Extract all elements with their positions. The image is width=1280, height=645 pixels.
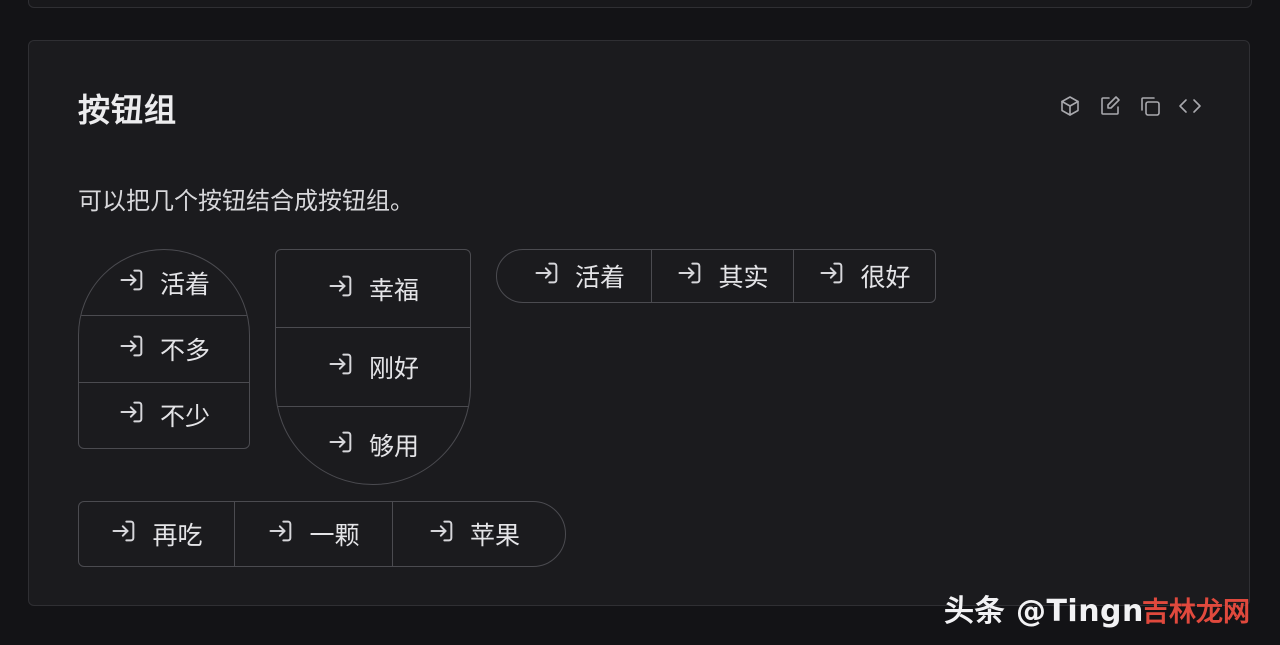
button-label: 够用: [368, 432, 419, 462]
login-icon: [118, 266, 146, 300]
card-actions: [1057, 93, 1203, 119]
button-group-card: 按钮组 可以把几个按钮结合成按钮组。 活着 不多 不少 幸福 刚好 够用 活着 …: [28, 40, 1250, 606]
group-button[interactable]: 很好: [794, 250, 935, 302]
group-button[interactable]: 活着: [497, 250, 652, 302]
login-icon: [118, 332, 146, 366]
button-label: 活着: [574, 263, 625, 292]
card-title: 按钮组: [78, 91, 178, 129]
login-icon: [428, 517, 456, 551]
login-icon: [110, 517, 138, 551]
login-icon: [327, 272, 355, 306]
button-label: 幸福: [368, 275, 419, 305]
button-label: 其实: [718, 263, 769, 292]
group-button[interactable]: 苹果: [393, 502, 565, 566]
group-button[interactable]: 不少: [79, 383, 249, 448]
button-label: 不少: [159, 402, 210, 432]
edit-icon[interactable]: [1097, 93, 1123, 119]
group-button[interactable]: 够用: [276, 407, 470, 484]
button-group-vertical-top-round: 活着 不多 不少: [78, 249, 250, 449]
cube-icon[interactable]: [1057, 93, 1083, 119]
button-label: 活着: [159, 269, 210, 299]
login-icon: [818, 259, 846, 293]
login-icon: [267, 517, 295, 551]
button-label: 苹果: [469, 521, 520, 550]
login-icon: [327, 428, 355, 462]
group-button[interactable]: 不多: [79, 316, 249, 383]
watermark-text: 头条 @Tingn: [944, 594, 1144, 629]
previous-card: [28, 0, 1252, 8]
group-button[interactable]: 刚好: [276, 328, 470, 407]
login-icon: [118, 398, 146, 432]
button-label: 一颗: [309, 521, 360, 550]
login-icon: [533, 259, 561, 293]
button-group-vertical-bottom-round: 幸福 刚好 够用: [275, 249, 471, 485]
login-icon: [327, 350, 355, 384]
watermark-overlay: 吉林龙网: [1142, 597, 1250, 628]
code-icon[interactable]: [1177, 93, 1203, 119]
button-group-horizontal-right-round: 再吃 一颗 苹果: [78, 501, 566, 567]
group-button[interactable]: 再吃: [79, 502, 235, 566]
button-label: 不多: [159, 335, 210, 365]
button-label: 再吃: [152, 521, 203, 550]
login-icon: [676, 259, 704, 293]
button-label: 很好: [860, 263, 911, 292]
group-button[interactable]: 活着: [79, 250, 249, 317]
button-label: 刚好: [368, 353, 419, 383]
card-description: 可以把几个按钮结合成按钮组。: [78, 187, 414, 215]
group-button[interactable]: 幸福: [276, 250, 470, 329]
group-button[interactable]: 一颗: [235, 502, 393, 566]
copy-icon[interactable]: [1137, 93, 1163, 119]
button-group-horizontal-left-round: 活着 其实 很好: [496, 249, 936, 303]
group-button[interactable]: 其实: [652, 250, 794, 302]
